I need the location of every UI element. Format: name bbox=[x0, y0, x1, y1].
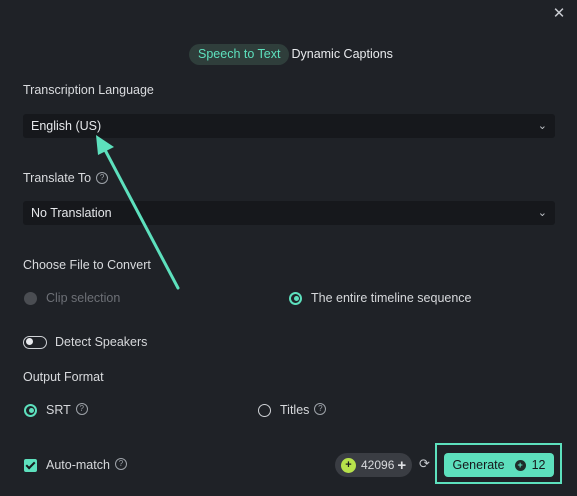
detect-speakers-row[interactable]: Detect Speakers bbox=[23, 335, 147, 349]
tab-speech-to-text[interactable]: Speech to Text bbox=[189, 44, 290, 65]
titles-radio[interactable] bbox=[258, 403, 271, 417]
tab-bar: Speech to Text Dynamic Captions bbox=[189, 44, 395, 65]
generate-cost: 12 bbox=[531, 458, 546, 472]
annotation-arrow bbox=[96, 135, 180, 290]
auto-match-checkbox[interactable] bbox=[24, 458, 37, 472]
choose-file-label: Choose File to Convert bbox=[23, 258, 151, 272]
entire-timeline-option[interactable]: The entire timeline sequence bbox=[289, 291, 472, 305]
clip-selection-radio bbox=[24, 291, 37, 305]
credits-badge[interactable]: + 42096 + bbox=[335, 453, 412, 477]
clip-selection-label: Clip selection bbox=[46, 291, 121, 305]
translate-to-text: Translate To bbox=[23, 171, 92, 185]
credit-icon: + bbox=[341, 457, 356, 473]
credit-cost-icon: + bbox=[514, 459, 526, 471]
chevron-down-icon: ⌄ bbox=[537, 120, 547, 132]
help-icon[interactable]: ? bbox=[96, 171, 109, 184]
arrow-head bbox=[96, 135, 114, 155]
help-icon[interactable]: ? bbox=[314, 403, 327, 415]
generate-label: Generate bbox=[452, 458, 505, 472]
close-icon[interactable]: ✕ bbox=[551, 6, 567, 22]
tab-dynamic-captions[interactable]: Dynamic Captions bbox=[289, 44, 394, 65]
titles-label: Titles bbox=[280, 403, 310, 417]
srt-label: SRT bbox=[46, 403, 71, 417]
plus-icon[interactable]: + bbox=[397, 457, 406, 474]
titles-option[interactable]: Titles? bbox=[258, 403, 327, 417]
transcription-language-label: Transcription Language bbox=[23, 83, 154, 97]
translate-to-label: Translate To? bbox=[23, 171, 109, 185]
chevron-down-icon: ⌄ bbox=[537, 207, 547, 219]
help-icon[interactable]: ? bbox=[114, 458, 127, 470]
auto-match-row[interactable]: Auto-match? bbox=[24, 458, 127, 472]
output-format-label: Output Format bbox=[23, 370, 104, 384]
detect-speakers-toggle[interactable] bbox=[23, 335, 47, 349]
detect-speakers-label: Detect Speakers bbox=[55, 335, 148, 349]
srt-option[interactable]: SRT? bbox=[24, 403, 88, 417]
transcription-language-select[interactable]: English (US) ⌄ bbox=[23, 114, 555, 138]
entire-timeline-label: The entire timeline sequence bbox=[311, 291, 472, 305]
refresh-icon[interactable]: ⟳ bbox=[419, 456, 430, 472]
srt-radio[interactable] bbox=[24, 403, 37, 417]
help-icon[interactable]: ? bbox=[75, 403, 88, 415]
generate-button[interactable]: Generate + 12 bbox=[444, 453, 554, 477]
clip-selection-option: Clip selection bbox=[24, 291, 120, 305]
entire-timeline-radio[interactable] bbox=[289, 291, 302, 305]
translate-to-value: No Translation bbox=[31, 206, 112, 220]
transcription-language-value: English (US) bbox=[31, 119, 102, 133]
auto-match-label: Auto-match bbox=[46, 458, 110, 472]
translate-to-select[interactable]: No Translation ⌄ bbox=[23, 201, 555, 225]
credits-count: 42096 bbox=[361, 458, 395, 472]
